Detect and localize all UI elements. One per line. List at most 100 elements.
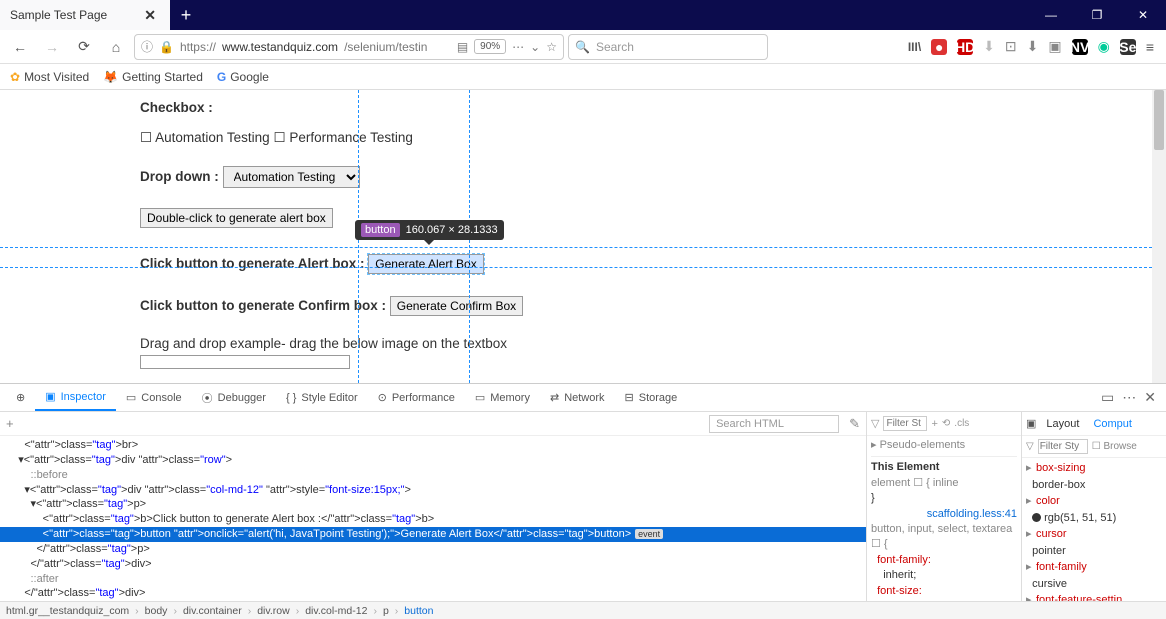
ext-icon-5[interactable]: ▣ — [1048, 38, 1061, 55]
tab-network[interactable]: ⇄ Network — [540, 384, 615, 411]
devtools-dock-icon[interactable]: ▭ — [1101, 389, 1114, 406]
bookmarks-bar: ✿Most Visited 🦊Getting Started GGoogle — [0, 64, 1166, 90]
html-line[interactable]: ::after — [0, 572, 866, 587]
tab-style-editor[interactable]: { } Style Editor — [276, 384, 368, 411]
reader-icon[interactable]: ▤ — [457, 40, 468, 54]
page-scrollbar[interactable] — [1152, 90, 1166, 383]
firefox-icon: 🦊 — [103, 70, 118, 84]
crumb-item[interactable]: body — [145, 605, 168, 617]
tab-debugger[interactable]: ⦿ Debugger — [192, 384, 276, 411]
breadcrumb[interactable]: html.gr__testandquiz_com›body›div.contai… — [0, 601, 1166, 619]
ext-icon-nv[interactable]: NV — [1072, 39, 1088, 55]
library-icon[interactable]: III\ — [908, 40, 921, 54]
computed-value: rgb(51, 51, 51) — [1026, 510, 1162, 527]
html-line[interactable]: ::before — [0, 468, 866, 483]
bookmark-most-visited[interactable]: ✿Most Visited — [10, 70, 89, 84]
crumb-item[interactable]: div.col-md-12 — [305, 605, 367, 617]
devtools-picker[interactable]: ⊕ — [6, 384, 35, 411]
layout-tab[interactable]: Layout — [1042, 418, 1083, 430]
hov-icon[interactable]: ⟲ — [942, 418, 950, 429]
computed-prop[interactable]: ▸box-sizing — [1026, 460, 1162, 477]
scrollbar-thumb[interactable] — [1154, 90, 1164, 150]
checkbox-performance[interactable]: ☐ Performance Testing — [273, 130, 412, 145]
html-line[interactable]: ▾<"attr">class="tag">p> — [0, 497, 866, 512]
browse-checkbox[interactable]: ☐ Browse — [1092, 441, 1137, 452]
html-line[interactable]: ▾<"attr">class="tag">div "attr">class="c… — [0, 483, 866, 498]
add-node-icon[interactable]: + — [6, 416, 14, 431]
generate-alert-button[interactable]: Generate Alert Box — [368, 254, 483, 274]
minimize-button[interactable]: — — [1028, 0, 1074, 30]
html-line[interactable]: <"attr">class="tag">button "attr">onclic… — [0, 527, 866, 542]
restore-button[interactable]: ❐ — [1074, 0, 1120, 30]
cls-icon[interactable]: .cls — [954, 418, 969, 429]
search-html-input[interactable]: Search HTML — [709, 415, 839, 433]
tab-performance[interactable]: ⊙ Performance — [368, 384, 465, 411]
computed-prop[interactable]: ▸font-family — [1026, 559, 1162, 576]
doubleclick-button[interactable]: Double-click to generate alert box — [140, 208, 333, 228]
ext-icon-4[interactable]: ⬇ — [1027, 38, 1039, 55]
crumb-item[interactable]: div.row — [257, 605, 289, 617]
ext-icon-hd[interactable]: HD — [957, 39, 973, 55]
menu-icon[interactable]: ≡ — [1146, 39, 1154, 55]
devtools-close-icon[interactable]: ✕ — [1144, 389, 1156, 406]
computed-tab[interactable]: Comput — [1089, 418, 1136, 430]
crumb-item[interactable]: div.container — [183, 605, 242, 617]
more-icon[interactable]: ⋯ — [512, 40, 524, 54]
ext-icon-3[interactable]: ⊡ — [1005, 38, 1017, 55]
computed-body[interactable]: ▸box-sizing border-box▸color rgb(51, 51,… — [1022, 458, 1166, 601]
filter-styles-input[interactable] — [883, 416, 927, 431]
dropdown-select[interactable]: Automation Testing — [223, 166, 360, 188]
forward-button[interactable]: → — [38, 34, 66, 60]
ext-icon-2[interactable]: ⬇ — [983, 38, 995, 55]
html-line[interactable]: ▾<"attr">class="tag">div "attr">class="r… — [0, 453, 866, 468]
tab-console[interactable]: ▭ Console — [116, 384, 192, 411]
crumb-item[interactable]: p — [383, 605, 389, 617]
add-rule-icon[interactable]: + — [931, 418, 937, 430]
reload-button[interactable]: ⟳ — [70, 34, 98, 60]
tab-storage[interactable]: ⊟ Storage — [615, 384, 688, 411]
close-window-button[interactable]: ✕ — [1120, 0, 1166, 30]
url-bar[interactable]: ⓘ 🔒 https://www.testandquiz.com/selenium… — [134, 34, 564, 60]
pocket-icon[interactable]: ⌄ — [530, 40, 540, 54]
search-icon: 🔍 — [575, 40, 590, 54]
pseudo-header[interactable]: ▸ Pseudo-elements — [871, 438, 1017, 453]
lock-icon: 🔒 — [159, 40, 174, 54]
ext-icon-se[interactable]: Se — [1120, 39, 1136, 55]
crumb-item[interactable]: html.gr__testandquiz_com — [6, 605, 129, 617]
tab-memory[interactable]: ▭ Memory — [465, 384, 540, 411]
bookmark-getting-started[interactable]: 🦊Getting Started — [103, 70, 203, 84]
source-link[interactable]: scaffolding.less:41 — [871, 507, 1017, 522]
star-icon[interactable]: ☆ — [546, 40, 557, 54]
search-bar[interactable]: 🔍 Search — [568, 34, 768, 60]
html-line[interactable]: <"attr">class="tag">b>Click button to ge… — [0, 512, 866, 527]
home-button[interactable]: ⌂ — [102, 34, 130, 60]
filter-computed-input[interactable] — [1038, 439, 1088, 454]
back-button[interactable]: ← — [6, 34, 34, 60]
layout-icon[interactable]: ▣ — [1026, 417, 1036, 430]
checkbox-automation[interactable]: ☐ Automation Testing — [140, 130, 270, 145]
ext-icon-1[interactable]: ● — [931, 39, 947, 55]
computed-prop[interactable]: ▸color — [1026, 493, 1162, 510]
selector2[interactable]: button, input, select, textarea ☐ { — [871, 522, 1017, 553]
edit-icon[interactable]: ✎ — [849, 416, 860, 432]
html-line[interactable]: </"attr">class="tag">div> — [0, 586, 866, 601]
html-tree[interactable]: <"attr">class="tag">br> ▾<"attr">class="… — [0, 436, 866, 601]
computed-prop[interactable]: ▸font-feature-settin — [1026, 592, 1162, 601]
devtools-more-icon[interactable]: ⋯ — [1122, 389, 1136, 406]
drop-target[interactable] — [140, 355, 350, 369]
html-line[interactable]: <"attr">class="tag">br> — [0, 438, 866, 453]
crumb-item[interactable]: button — [404, 605, 433, 617]
new-tab-button[interactable]: + — [170, 0, 202, 30]
close-icon[interactable]: ✕ — [140, 7, 160, 24]
computed-prop[interactable]: ▸cursor — [1026, 526, 1162, 543]
html-line[interactable]: </"attr">class="tag">p> — [0, 542, 866, 557]
ext-icon-6[interactable]: ◉ — [1098, 38, 1110, 55]
html-line[interactable]: </"attr">class="tag">div> — [0, 557, 866, 572]
zoom-level[interactable]: 90% — [474, 39, 506, 54]
element-selector[interactable]: element ☐ { inline — [871, 476, 1017, 491]
dropdown-section: Drop down : Automation Testing — [140, 166, 1152, 188]
browser-tab[interactable]: Sample Test Page ✕ — [0, 0, 170, 30]
bookmark-google[interactable]: GGoogle — [217, 70, 269, 84]
generate-confirm-button[interactable]: Generate Confirm Box — [390, 296, 523, 316]
tab-inspector[interactable]: ▣ Inspector — [35, 384, 116, 411]
